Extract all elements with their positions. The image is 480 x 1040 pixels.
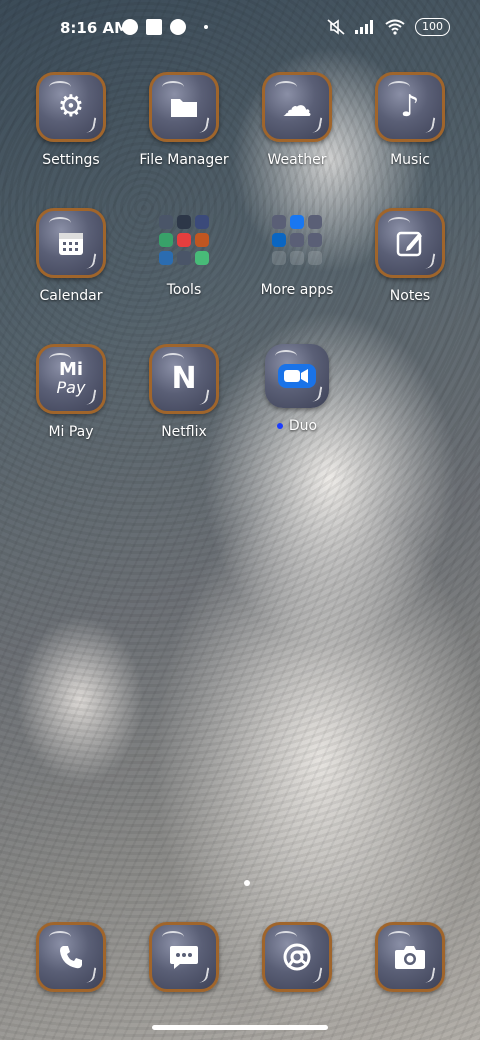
home-gesture-bar[interactable] [152, 1025, 328, 1030]
notification-icons [122, 19, 208, 35]
app-calendar[interactable]: Calendar [15, 208, 127, 304]
signal-icon [355, 20, 373, 34]
folder-icon [149, 72, 219, 142]
app-label: Settings [42, 152, 100, 168]
gear-icon: ⚙ [36, 72, 106, 142]
app-settings[interactable]: ⚙ Settings [15, 72, 127, 168]
system-indicators: 100 [327, 18, 450, 36]
status-bar: 8:16 AM 100 [0, 0, 480, 56]
dock-messages[interactable] [128, 922, 240, 992]
phone-icon [36, 922, 106, 992]
wifi-icon [385, 19, 405, 35]
folder-more-apps[interactable]: More apps [241, 208, 353, 298]
app-label: Duo [241, 418, 353, 434]
app-duo[interactable]: Duo [241, 344, 353, 434]
app-label: Notes [389, 288, 431, 304]
app-music[interactable]: ♪ Music [354, 72, 466, 168]
app-label: Mi Pay [48, 424, 94, 440]
status-time: 8:16 AM [60, 19, 130, 37]
app-label: Netflix [161, 424, 207, 440]
folder-tools-icon [152, 208, 216, 272]
app-label: Calendar [39, 288, 103, 304]
more-notifications-icon [204, 25, 208, 29]
app-label: Tools [166, 282, 202, 298]
pencil-note-icon [375, 208, 445, 278]
calendar-icon [36, 208, 106, 278]
duo-video-icon [265, 344, 329, 408]
page-indicator[interactable] [244, 880, 250, 886]
app-label: File Manager [139, 152, 229, 168]
notification-icon [146, 19, 162, 35]
new-install-badge [276, 423, 283, 429]
app-weather[interactable]: ☁ Weather [241, 72, 353, 168]
cloud-icon: ☁ [262, 72, 332, 142]
app-label: Music [390, 152, 430, 168]
music-note-icon: ♪ [375, 72, 445, 142]
folder-more-apps-icon [265, 208, 329, 272]
app-label: Weather [267, 152, 327, 168]
battery-indicator: 100 [415, 18, 450, 36]
folder-tools[interactable]: Tools [128, 208, 240, 298]
dock-phone[interactable] [15, 922, 127, 992]
messages-icon [149, 922, 219, 992]
app-label: More apps [260, 282, 334, 298]
mute-icon [327, 19, 345, 35]
dock-chrome[interactable] [241, 922, 353, 992]
mi-pay-icon: Mi Pay [36, 344, 106, 414]
chrome-icon [262, 922, 332, 992]
notification-icon [170, 19, 186, 35]
app-notes[interactable]: Notes [354, 208, 466, 304]
netflix-icon: N [149, 344, 219, 414]
app-file-manager[interactable]: File Manager [128, 72, 240, 168]
app-mi-pay[interactable]: Mi Pay Mi Pay [15, 344, 127, 440]
notification-icon [122, 19, 138, 35]
camera-icon [375, 922, 445, 992]
app-netflix[interactable]: N Netflix [128, 344, 240, 440]
dock-camera[interactable] [354, 922, 466, 992]
